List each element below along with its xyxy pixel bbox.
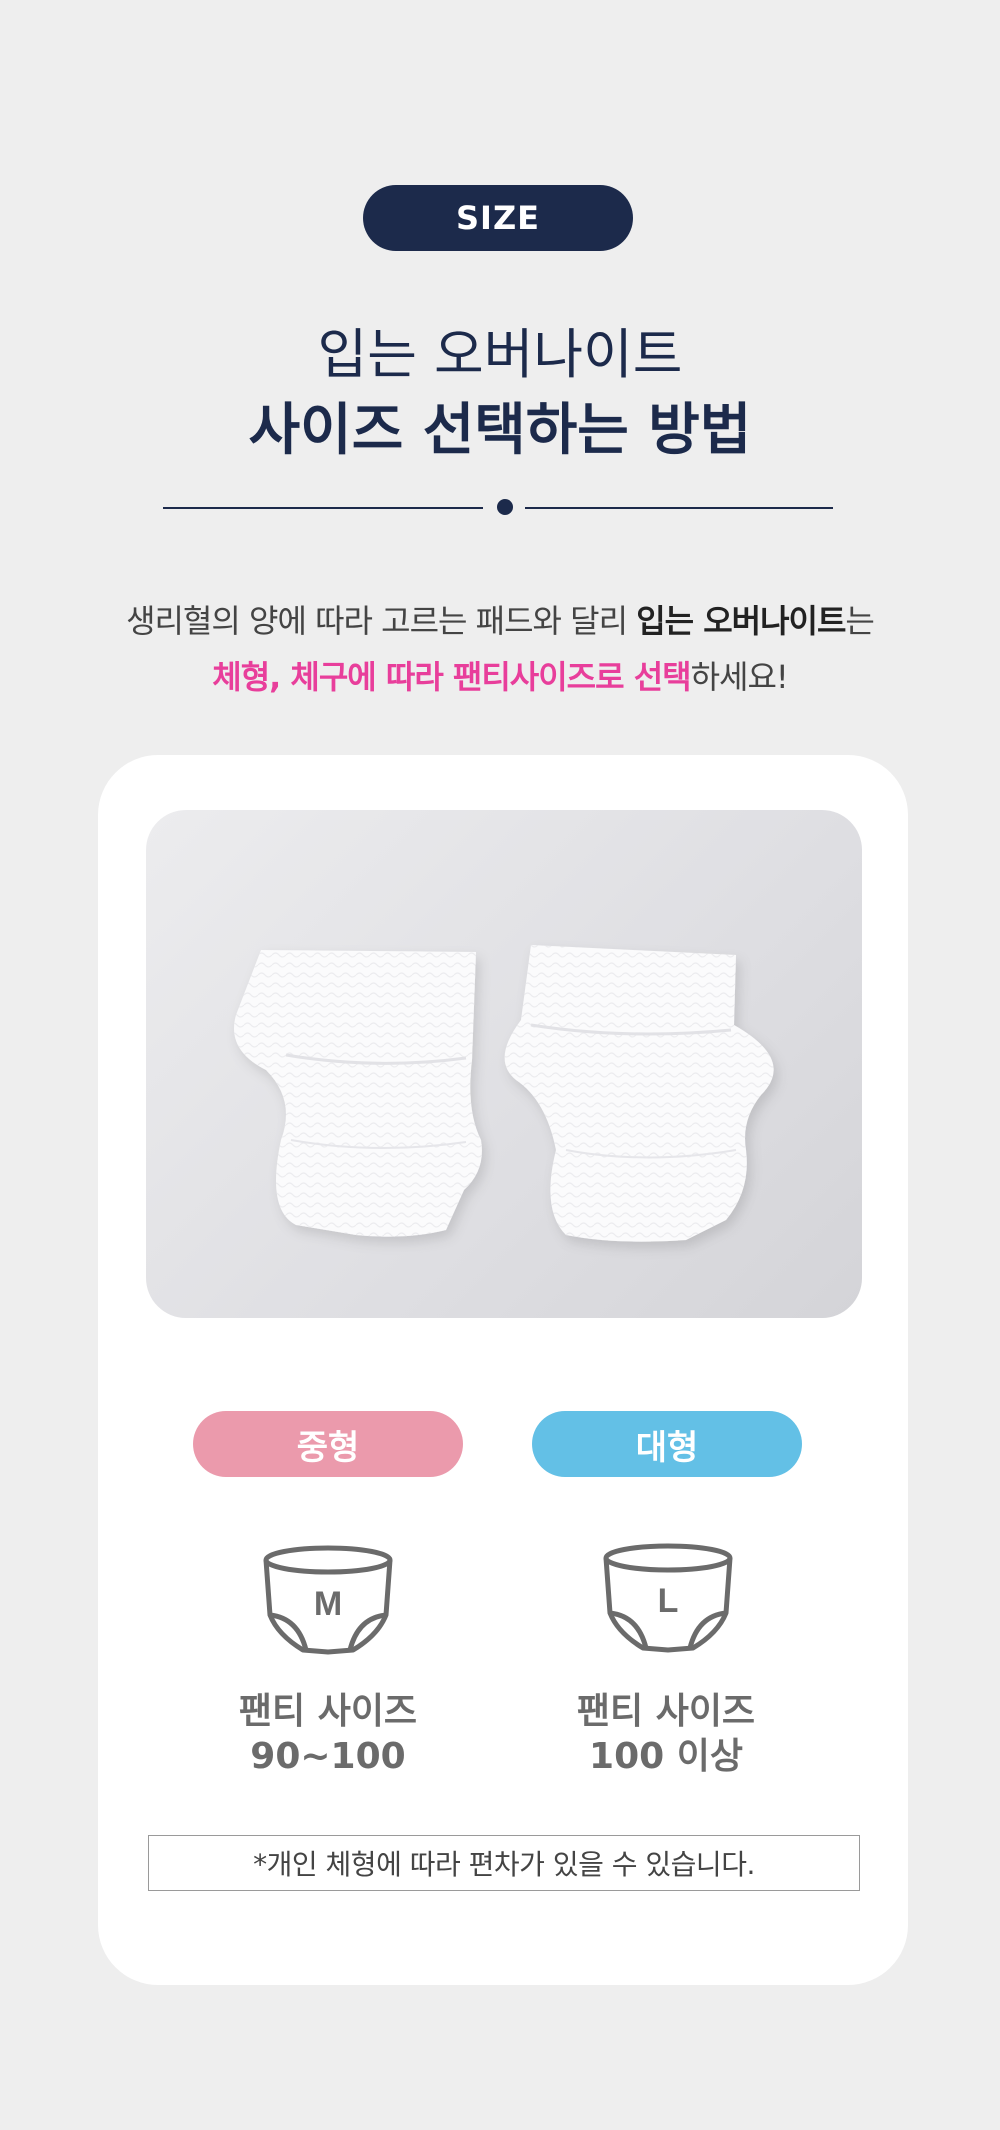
divider-right xyxy=(525,507,833,509)
size-name-medium: 팬티 사이즈 xyxy=(238,1691,418,1732)
divider-dot xyxy=(497,499,513,515)
page-title-line1: 입는 오버나이트 xyxy=(317,323,683,386)
size-pill-medium: 중형 xyxy=(193,1411,463,1477)
panty-m-letter: M xyxy=(314,1585,342,1623)
size-name-large: 팬티 사이즈 xyxy=(576,1691,756,1732)
description-highlight: 체형, 체구에 따라 팬티사이즈로 선택 xyxy=(212,658,691,696)
size-range-large: 100 이상 xyxy=(589,1736,743,1777)
product-photo xyxy=(146,810,862,1318)
product-photo-image xyxy=(234,945,774,1242)
description-suffix2: 하세요! xyxy=(690,658,789,696)
disclaimer-note: *개인 체형에 따라 편차가 있을 수 있습니다. xyxy=(148,1835,860,1891)
size-pill-large: 대형 xyxy=(532,1411,802,1477)
size-range-medium: 90~100 xyxy=(250,1736,406,1777)
divider-left xyxy=(163,507,483,509)
description-text: 생리혈의 양에 따라 고르는 패드와 달리 xyxy=(126,602,637,640)
panty-l-letter: L xyxy=(658,1582,679,1620)
description-line1: 생리혈의 양에 따라 고르는 패드와 달리 입는 오버나이트는 xyxy=(0,596,1000,642)
panty-l-icon: L xyxy=(603,1543,733,1653)
page-title-line2: 사이즈 선택하는 방법 xyxy=(248,398,752,463)
panty-m-icon: M xyxy=(263,1545,393,1655)
description-line2: 체형, 체구에 따라 팬티사이즈로 선택하세요! xyxy=(0,652,1000,698)
size-badge: SIZE xyxy=(363,185,633,251)
description-suffix: 는 xyxy=(845,602,874,640)
size-card: 중형 대형 M L 팬티 사이즈 90~100 팬티 사이즈 100 이상 *개… xyxy=(98,755,908,1985)
description-bold: 입는 오버나이트 xyxy=(636,602,846,640)
